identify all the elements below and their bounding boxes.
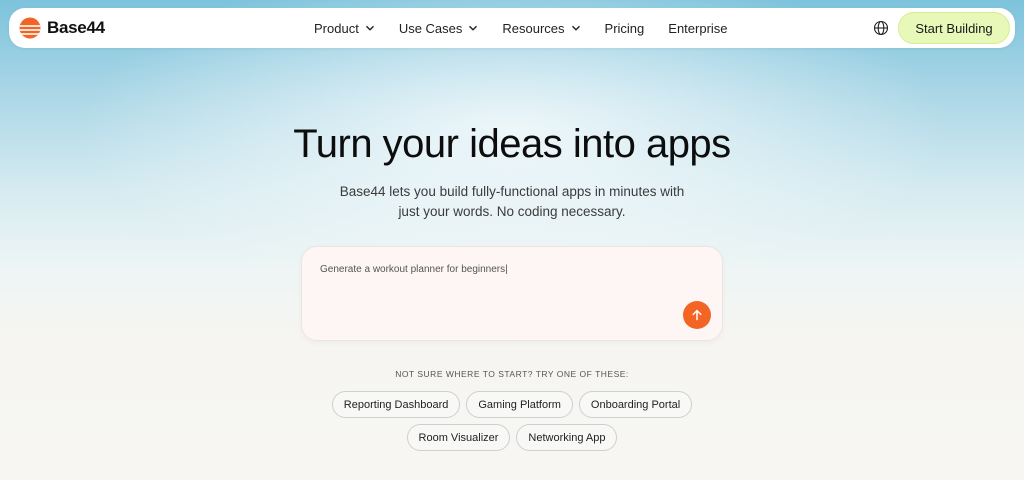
suggestions-hint: NOT SURE WHERE TO START? TRY ONE OF THES… [395, 369, 629, 379]
top-navbar: Base44 Product Use Cases Resources Prici… [9, 8, 1015, 48]
nav-item-label: Enterprise [668, 20, 728, 36]
globe-icon[interactable] [873, 20, 889, 36]
sun-stripes-logo-icon [19, 17, 41, 39]
chevron-down-icon [365, 25, 374, 31]
suggestion-chip-networking-app[interactable]: Networking App [516, 424, 618, 451]
start-building-button[interactable]: Start Building [898, 12, 1010, 44]
main-menu: Product Use Cases Resources Pricing Ente… [314, 8, 752, 48]
prompt-input-box[interactable]: Generate a workout planner for beginners… [301, 246, 723, 341]
hero-title: Turn your ideas into apps [293, 122, 731, 166]
suggestion-chips-row: Room Visualizer Networking App [0, 424, 1024, 451]
prompt-input-value[interactable]: Generate a workout planner for beginners… [320, 264, 508, 275]
suggestion-chip-gaming-platform[interactable]: Gaming Platform [466, 391, 573, 418]
nav-item-label: Use Cases [398, 20, 463, 36]
nav-item-label: Pricing [604, 20, 645, 36]
suggestion-chips-row: Reporting Dashboard Gaming Platform Onbo… [0, 391, 1024, 418]
hero-subtitle: Base44 lets you build fully-functional a… [339, 184, 685, 219]
nav-item-resources[interactable]: Resources [502, 21, 580, 36]
nav-item-pricing[interactable]: Pricing [605, 21, 645, 36]
nav-item-label: Resources [502, 20, 565, 36]
nav-item-product[interactable]: Product [314, 21, 375, 36]
brand-logo[interactable]: Base44 [19, 17, 105, 39]
brand-name: Base44 [47, 18, 105, 37]
send-prompt-button[interactable] [683, 301, 711, 329]
nav-item-label: Product [314, 20, 359, 36]
arrow-up-icon [692, 309, 702, 321]
nav-item-use-cases[interactable]: Use Cases [399, 21, 479, 36]
suggestion-chip-room-visualizer[interactable]: Room Visualizer [406, 424, 511, 451]
chevron-down-icon [571, 25, 580, 31]
nav-item-enterprise[interactable]: Enterprise [668, 21, 727, 36]
chevron-down-icon [469, 25, 478, 31]
suggestion-chip-onboarding-portal[interactable]: Onboarding Portal [578, 391, 693, 418]
suggestion-chip-reporting-dashboard[interactable]: Reporting Dashboard [331, 391, 461, 418]
